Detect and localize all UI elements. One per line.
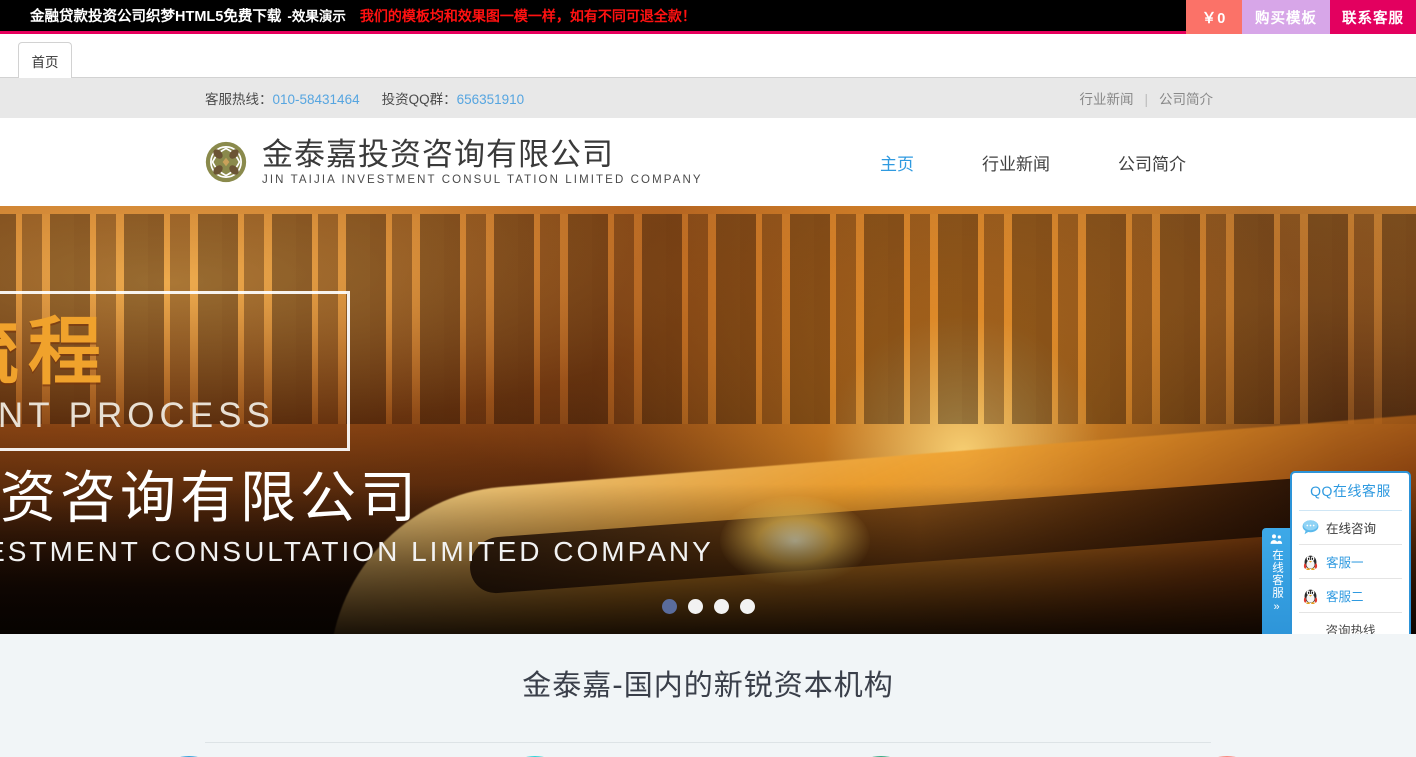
section-divider — [205, 742, 1211, 743]
top-quick-links: 行业新闻 | 公司简介 — [1079, 88, 1213, 108]
qq-row-agent-1-label: 客服一 — [1326, 556, 1364, 570]
flower-emblem-icon — [205, 141, 247, 183]
promo-subtitle: -效果演示 — [287, 9, 346, 24]
people-icon — [1270, 534, 1283, 544]
promo-bar: 金融贷款投资公司织梦HTML5免费下载 -效果演示 我们的模板均和效果图一模一样，… — [0, 0, 1416, 34]
qq-group-label: 投资QQ群： — [381, 92, 457, 107]
nav-item-about[interactable]: 公司简介 — [1084, 150, 1220, 175]
qq-row-consult-label: 在线咨询 — [1326, 522, 1377, 536]
carousel-dot-3[interactable] — [713, 599, 729, 614]
company-name-cn: 金泰嘉投资咨询有限公司 — [262, 136, 614, 173]
qq-row-agent-2[interactable]: 客服二 — [1299, 579, 1402, 613]
hero-banner[interactable]: 投资流程 INVESTMENT PROCESS 金泰嘉投资咨询有限公司 JIN … — [0, 206, 1416, 634]
top-link-news[interactable]: 行业新闻 — [1079, 92, 1133, 107]
price-button[interactable]: ￥0 — [1186, 0, 1242, 34]
company-name-en: JIN TAIJIA INVESTMENT CONSUL TATION LIMI… — [262, 173, 703, 186]
feature-section-title: 金泰嘉-国内的新锐资本机构 — [522, 668, 894, 702]
chevron-right-icon: » — [1273, 601, 1280, 613]
top-link-about[interactable]: 公司简介 — [1159, 92, 1213, 107]
link-separator: | — [1144, 92, 1148, 107]
banner-subtitle-cn: 金泰嘉投资咨询有限公司 — [0, 466, 420, 531]
promo-warning: 我们的模板均和效果图一模一样，如有不同可退全款！ — [359, 7, 696, 24]
browser-tab-strip: 首页 — [0, 34, 1416, 79]
logo[interactable]: 金泰嘉投资咨询有限公司 JIN TAIJIA INVESTMENT CONSUL… — [205, 138, 703, 187]
main-navigation: 主页 行业新闻 公司简介 — [846, 150, 1220, 175]
carousel-dots — [0, 599, 1416, 614]
online-service-tab[interactable]: 在线客服 » — [1262, 528, 1291, 634]
promo-title-text: 金融贷款投资公司织梦HTML5免费下载 — [30, 9, 282, 25]
banner-headline-box: 投资流程 INVESTMENT PROCESS — [0, 291, 350, 451]
carousel-dot-4[interactable] — [739, 599, 755, 614]
qq-panel-title: QQ在线客服 — [1299, 473, 1402, 511]
hotline-label: 客服热线： — [205, 92, 273, 107]
qq-hotline-block: 咨询热线 010-58431464 — [1299, 613, 1402, 634]
promo-buttons: ￥0 购买模板 联系客服 — [1186, 0, 1416, 34]
banner-headline-cn: 投资流程 — [0, 309, 111, 395]
feature-section: 金泰嘉-国内的新锐资本机构 — [0, 634, 1416, 757]
carousel-dot-1[interactable] — [661, 599, 677, 614]
nav-item-news[interactable]: 行业新闻 — [948, 150, 1084, 175]
top-contact-bar: 客服热线：010-58431464 投资QQ群：656351910 行业新闻 | 公司… — [0, 78, 1416, 118]
qq-group-value: 656351910 — [456, 92, 525, 107]
banner-subtitle-en: JIN TAIJIA INVESTMENT CONSULTATION LIMIT… — [0, 536, 714, 567]
qq-row-agent-1[interactable]: 客服一 — [1299, 545, 1402, 579]
contact-info: 客服热线：010-58431464 投资QQ群：656351910 — [205, 88, 524, 108]
buy-template-button[interactable]: 购买模板 — [1242, 0, 1330, 34]
qq-hotline-title: 咨询热线 — [1325, 624, 1376, 634]
qq-penguin-icon — [1303, 589, 1318, 604]
speech-bubble-icon — [1302, 520, 1319, 535]
banner-headline-en: INVESTMENT PROCESS — [0, 396, 275, 435]
online-service-tab-label: 在线客服 — [1271, 549, 1283, 599]
site-header: 金泰嘉投资咨询有限公司 JIN TAIJIA INVESTMENT CONSUL… — [0, 118, 1416, 206]
promo-title: 金融贷款投资公司织梦HTML5免费下载 -效果演示 — [30, 5, 346, 26]
qq-service-panel: QQ在线客服 在线咨询 客服一 客服二 咨询热线 — [1290, 471, 1411, 634]
tab-home[interactable]: 首页 — [18, 42, 72, 79]
qq-penguin-icon — [1303, 555, 1318, 570]
contact-support-button[interactable]: 联系客服 — [1330, 0, 1416, 34]
carousel-dot-2[interactable] — [687, 599, 703, 614]
hotline-value: 010-58431464 — [272, 92, 360, 107]
qq-row-consult[interactable]: 在线咨询 — [1299, 511, 1402, 545]
nav-item-home[interactable]: 主页 — [846, 150, 948, 175]
banner-subtitle-box: 金泰嘉投资咨询有限公司 JIN TAIJIA INVESTMENT CONSUL… — [0, 466, 714, 568]
logo-text: 金泰嘉投资咨询有限公司 JIN TAIJIA INVESTMENT CONSUL… — [262, 138, 703, 187]
qq-row-agent-2-label: 客服二 — [1326, 590, 1364, 604]
